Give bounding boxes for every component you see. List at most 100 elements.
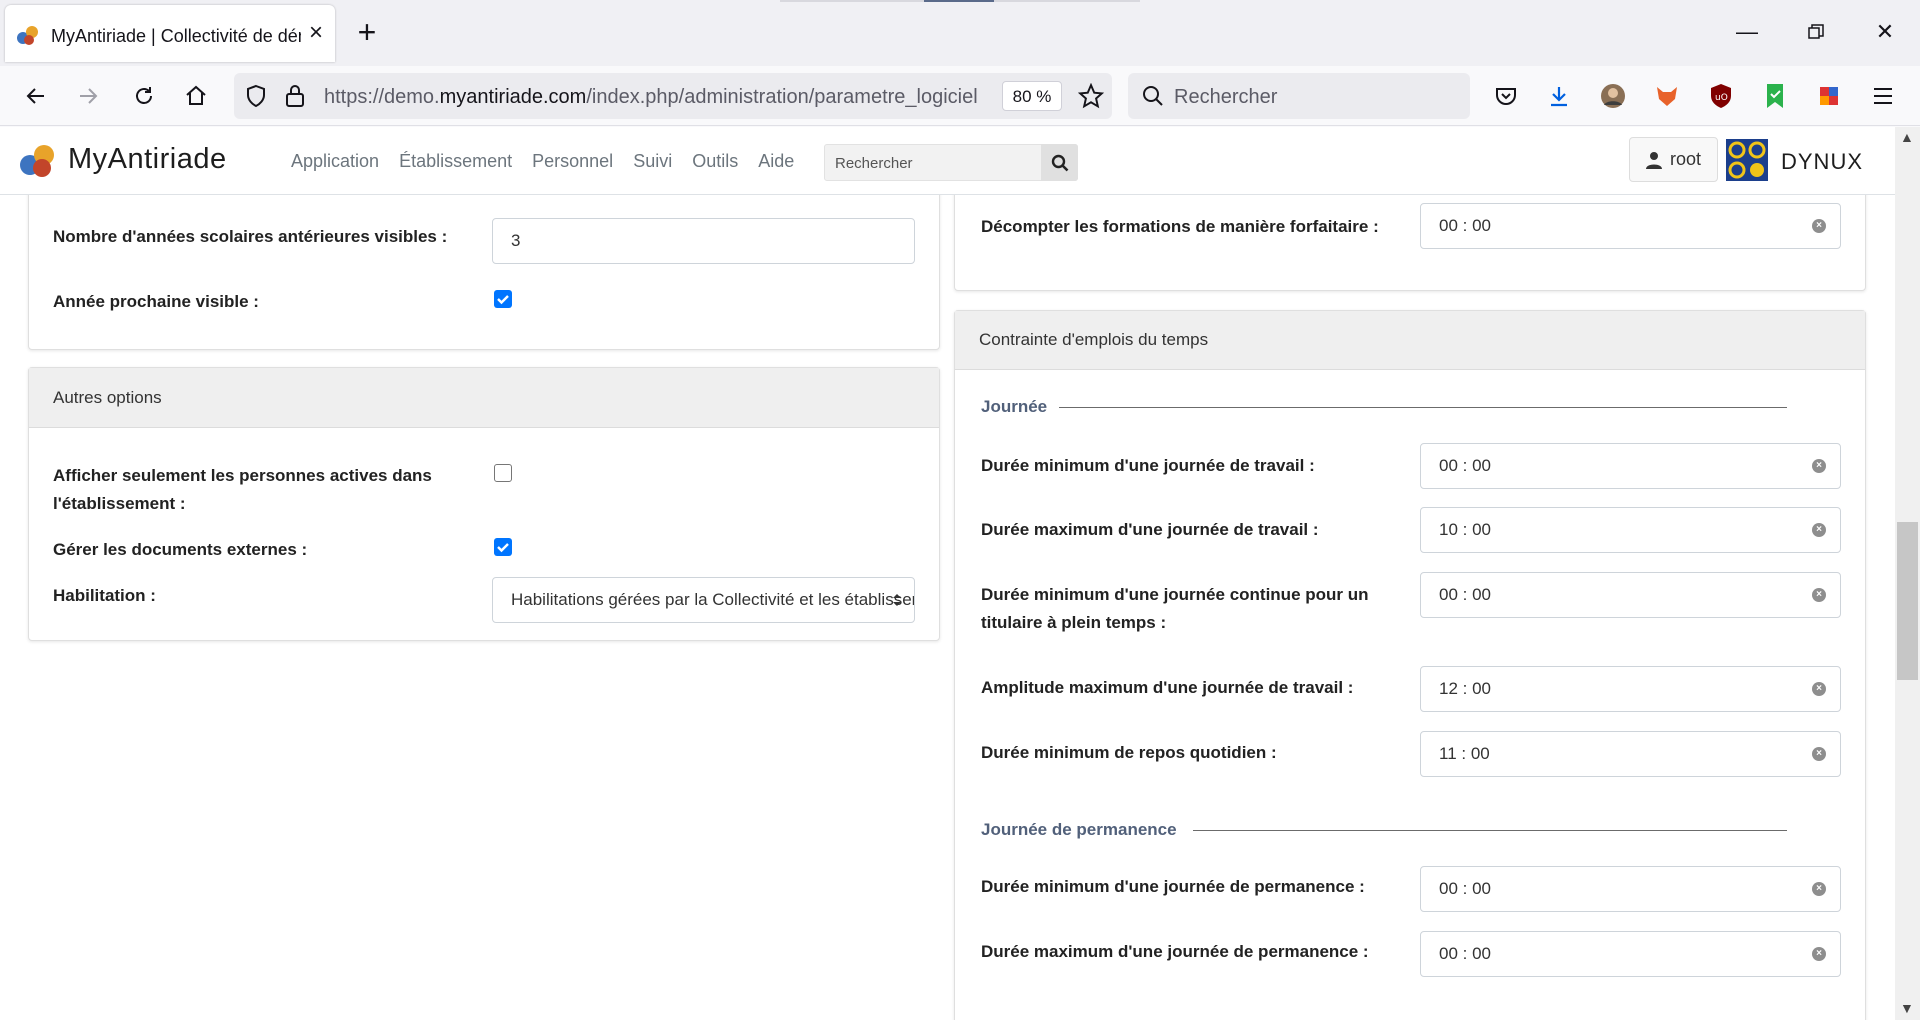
scroll-down-arrow-icon[interactable]: ▼ — [1900, 1000, 1914, 1016]
clear-icon[interactable]: × — [1812, 947, 1826, 961]
select-arrows-icon — [893, 594, 901, 606]
minimize-icon[interactable]: — — [1724, 14, 1770, 50]
user-name: root — [1669, 149, 1702, 169]
min-continuous-value: 00 : 00 — [1439, 585, 1491, 604]
browser-tab-bar: MyAntiriade | Collectivité de démo × + —… — [0, 0, 1920, 66]
scrollbar-thumb[interactable] — [1897, 522, 1918, 680]
section-divider — [1193, 830, 1787, 831]
menu-hamburger-icon[interactable] — [1868, 81, 1898, 111]
reload-icon[interactable] — [128, 80, 160, 112]
menu-etablissement[interactable]: Établissement — [399, 151, 512, 172]
tab-close-icon[interactable]: × — [304, 21, 328, 45]
menu-personnel[interactable]: Personnel — [532, 151, 613, 172]
menu-suivi[interactable]: Suivi — [633, 151, 672, 172]
ublock-icon[interactable]: uO — [1706, 81, 1736, 111]
dynux-logo-icon — [1726, 139, 1768, 181]
amplitude-label: Amplitude maximum d'une journée de trava… — [981, 678, 1354, 697]
user-menu-button[interactable]: root — [1629, 137, 1718, 182]
browser-tab[interactable]: MyAntiriade | Collectivité de démo × — [5, 5, 335, 62]
active-only-label-line1: Afficher seulement les personnes actives… — [53, 466, 432, 485]
download-icon[interactable] — [1544, 81, 1574, 111]
search-icon — [1051, 154, 1068, 171]
max-perm-label: Durée maximum d'une journée de permanenc… — [981, 942, 1369, 961]
account-avatar-icon[interactable] — [1598, 81, 1628, 111]
clear-icon[interactable]: × — [1812, 219, 1826, 233]
prev-years-label: Nombre d'années scolaires antérieures vi… — [53, 227, 448, 246]
timetable-header: Contrainte d'emplois du temps — [955, 311, 1865, 370]
web-page: MyAntiriade Application Établissement Pe… — [0, 127, 1895, 1020]
restore-icon[interactable] — [1793, 14, 1839, 50]
back-arrow-icon[interactable] — [20, 80, 52, 112]
min-day-value: 00 : 00 — [1439, 456, 1491, 475]
app-header: MyAntiriade Application Établissement Pe… — [0, 127, 1895, 195]
forward-arrow-icon[interactable] — [72, 80, 104, 112]
habilitation-select[interactable]: Habilitations gérées par la Collectivité… — [492, 577, 915, 623]
bookmark-star-icon[interactable] — [1078, 83, 1104, 109]
menu-aide[interactable]: Aide — [758, 151, 794, 172]
home-icon[interactable] — [180, 80, 212, 112]
external-docs-checkbox[interactable] — [494, 538, 512, 556]
dynux-brand-text: DYNUX — [1781, 149, 1864, 174]
clear-icon[interactable]: × — [1812, 588, 1826, 602]
forfait-label: Décompter les formations de manière forf… — [981, 217, 1379, 236]
active-only-label-line2: l'établissement : — [53, 494, 186, 513]
browser-toolbar: https://demo.myantiriade.com/index.php/a… — [0, 66, 1920, 126]
clear-icon[interactable]: × — [1812, 459, 1826, 473]
other-options-header: Autres options — [29, 368, 939, 428]
max-day-time-input[interactable]: 10 : 00 × — [1420, 507, 1841, 553]
menu-application[interactable]: Application — [291, 151, 379, 172]
next-year-checkbox[interactable] — [494, 290, 512, 308]
zoom-level-badge[interactable]: 80 % — [1002, 81, 1062, 111]
new-tab-icon[interactable]: + — [352, 16, 382, 48]
active-only-checkbox[interactable] — [494, 464, 512, 482]
app-logo-text[interactable]: MyAntiriade — [68, 143, 227, 176]
address-bar[interactable]: https://demo.myantiriade.com/index.php/a… — [234, 73, 1112, 119]
tab-title: MyAntiriade | Collectivité de démo — [51, 26, 301, 46]
app-search-button[interactable] — [1041, 144, 1078, 181]
clear-icon[interactable]: × — [1812, 747, 1826, 761]
max-perm-value: 00 : 00 — [1439, 944, 1491, 963]
scroll-up-arrow-icon[interactable]: ▲ — [1900, 129, 1914, 145]
min-perm-time-input[interactable]: 00 : 00 × — [1420, 866, 1841, 912]
amplitude-time-input[interactable]: 12 : 00 × — [1420, 666, 1841, 712]
lock-icon[interactable] — [284, 84, 306, 108]
app-search-input[interactable]: Rechercher — [824, 144, 1078, 181]
section-permanence-title: Journée de permanence — [981, 820, 1177, 839]
clear-icon[interactable]: × — [1812, 523, 1826, 537]
browser-search-bar[interactable]: Rechercher — [1128, 73, 1470, 119]
amplitude-value: 12 : 00 — [1439, 679, 1491, 698]
max-day-label: Durée maximum d'une journée de travail : — [981, 520, 1319, 539]
menu-outils[interactable]: Outils — [692, 151, 738, 172]
page-scrollbar[interactable]: ▲ ▼ — [1895, 127, 1920, 1020]
min-day-time-input[interactable]: 00 : 00 × — [1420, 443, 1841, 489]
timetable-card: Contrainte d'emplois du temps Journée Du… — [954, 310, 1866, 1020]
myantiriade-favicon-icon — [17, 26, 38, 45]
rest-value: 11 : 00 — [1439, 744, 1490, 763]
user-icon — [1645, 151, 1662, 169]
window-close-icon[interactable]: ✕ — [1862, 14, 1908, 50]
external-docs-label: Gérer les documents externes : — [53, 540, 308, 559]
url-text[interactable]: https://demo.myantiriade.com/index.php/a… — [324, 86, 994, 109]
fox-extension-icon[interactable] — [1652, 81, 1682, 111]
clear-icon[interactable]: × — [1812, 682, 1826, 696]
max-perm-time-input[interactable]: 00 : 00 × — [1420, 931, 1841, 977]
extension-puzzle-icon[interactable] — [1814, 81, 1844, 111]
search-placeholder: Rechercher — [1174, 86, 1278, 108]
min-day-label: Durée minimum d'une journée de travail : — [981, 456, 1315, 475]
next-year-label: Année prochaine visible : — [53, 292, 259, 311]
forfait-time-input[interactable]: 00 : 00 × — [1420, 203, 1841, 249]
habilitation-selected-value: Habilitations gérées par la Collectivité… — [511, 590, 915, 609]
shield-icon[interactable] — [244, 84, 268, 108]
tab-strip-accent — [924, 0, 994, 2]
pocket-icon[interactable] — [1491, 81, 1521, 111]
clear-icon[interactable]: × — [1812, 882, 1826, 896]
min-continuous-time-input[interactable]: 00 : 00 × — [1420, 572, 1841, 618]
myantiriade-logo-icon[interactable] — [18, 141, 58, 179]
checkmark-icon — [497, 543, 509, 553]
checkmark-icon — [497, 295, 509, 305]
prev-years-input[interactable]: 3 — [492, 218, 915, 264]
habilitation-label: Habilitation : — [53, 586, 156, 605]
main-menu: Application Établissement Personnel Suiv… — [291, 151, 794, 172]
bookmark-check-icon[interactable] — [1760, 81, 1790, 111]
rest-time-input[interactable]: 11 : 00 × — [1420, 731, 1841, 777]
